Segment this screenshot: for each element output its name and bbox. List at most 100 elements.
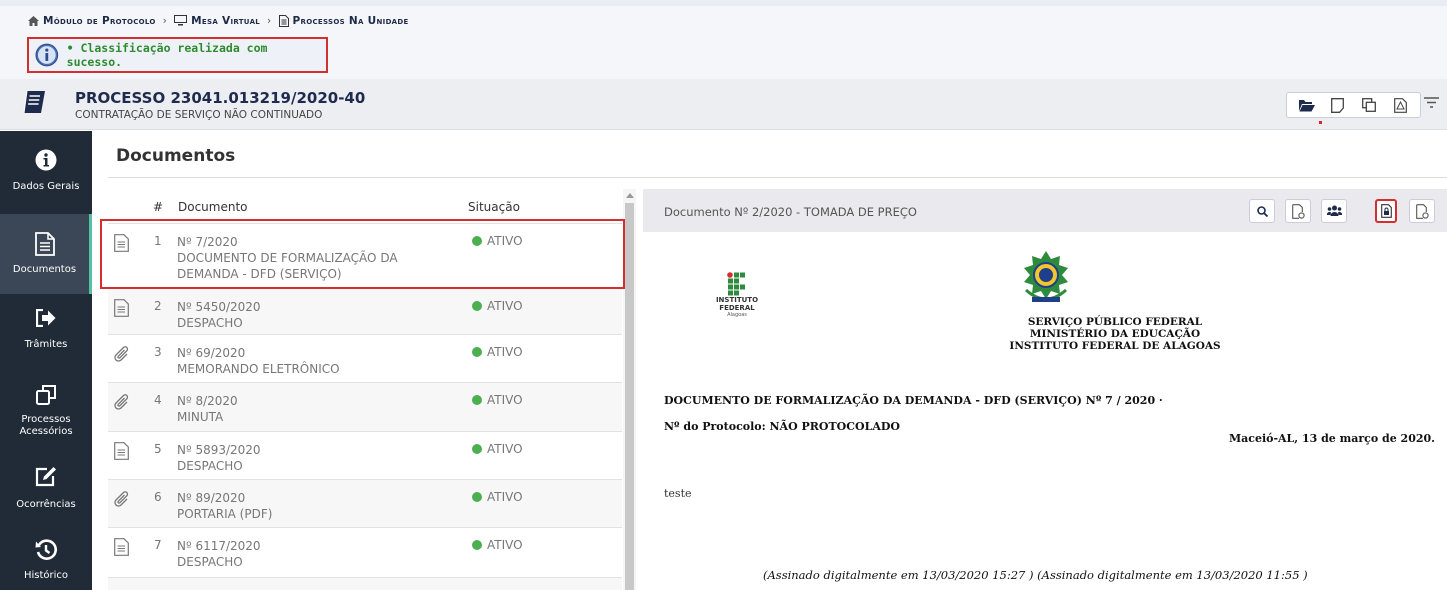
status-badge: ATIVO (472, 490, 523, 504)
status-badge: ATIVO (472, 442, 523, 456)
table-row[interactable]: 6 Nº 89/2020 PORTARIA (PDF) ATIVO (108, 479, 622, 527)
digital-signatures: (Assinado digitalmente em 13/03/2020 15:… (763, 568, 1308, 582)
app-window: Módulo de Protocolo › Mesa Virtual › Pro… (0, 0, 1447, 590)
protocol-number: Nº do Protocolo: NÃO PROTOCOLADO (664, 420, 900, 433)
status-badge: ATIVO (472, 234, 523, 248)
table-row[interactable]: 4 Nº 8/2020 MINUTA ATIVO (108, 382, 622, 431)
column-header-number[interactable]: # (153, 200, 163, 214)
search-icon (1256, 205, 1268, 217)
breadcrumb-item-mesa-virtual[interactable]: Mesa Virtual (174, 15, 260, 27)
table-row[interactable]: 7 Nº 6117/2020 DESPACHO ATIVO (108, 527, 622, 577)
documents-scrollbar[interactable] (623, 189, 636, 590)
documents-table-header: # Documento Situação (108, 189, 622, 223)
breadcrumb-item-protocolo[interactable]: Módulo de Protocolo (28, 15, 156, 27)
row-document: Nº 8/2020 MINUTA (177, 394, 238, 424)
copy-icon (1362, 98, 1377, 112)
table-row[interactable]: 2 Nº 5450/2020 DESPACHO ATIVO (108, 288, 622, 334)
divider (108, 177, 1447, 178)
message-area: • Classificação realizada com sucesso. (0, 35, 1447, 79)
sidebar-item-documentos[interactable]: Documentos (0, 214, 92, 294)
sidebar-label: Documentos (12, 264, 77, 275)
ifal-logo-icon (727, 272, 745, 296)
users-icon (1326, 205, 1342, 216)
active-indicator (1319, 121, 1322, 124)
file-text-icon (278, 14, 289, 27)
book-icon (23, 90, 45, 114)
breadcrumb-separator: › (267, 14, 272, 27)
row-index: 1 (154, 234, 162, 248)
folder-open-button[interactable] (1297, 95, 1317, 115)
row-document: Nº 6117/2020 DESPACHO (177, 539, 261, 569)
lock-button[interactable] (1375, 199, 1397, 223)
process-title: PROCESSO 23041.013219/2020-40 (75, 89, 366, 107)
sidebar-item-dados-gerais[interactable]: Dados Gerais (0, 131, 92, 211)
column-header-document[interactable]: Documento (178, 200, 248, 214)
process-header: PROCESSO 23041.013219/2020-40 CONTRATAÇÃ… (0, 79, 1447, 130)
paperclip-icon (114, 345, 130, 363)
row-index: 6 (154, 490, 162, 504)
paperclip-icon (114, 490, 130, 508)
sidebar-label: Dados Gerais (12, 181, 80, 192)
status-badge: ATIVO (472, 345, 523, 359)
pdf-button[interactable] (1390, 95, 1410, 115)
sign-out-icon (36, 309, 56, 327)
row-index: 4 (154, 393, 162, 407)
sidebar-label: Trâmites (24, 339, 68, 350)
file-add-button[interactable] (1409, 199, 1435, 223)
document-icon (34, 232, 55, 256)
clone-icon (35, 385, 56, 405)
document-icon (114, 442, 129, 460)
scroll-up-arrow[interactable] (626, 193, 634, 198)
success-message: • Classificação realizada com sucesso. (27, 37, 328, 73)
document-icon (114, 234, 129, 252)
row-index: 5 (154, 442, 162, 456)
folder-open-icon (1298, 99, 1315, 111)
row-index: 3 (154, 345, 162, 359)
row-document: Nº 7/2020 DOCUMENTO DE FORMALIZAÇÃO DA DEM… (177, 235, 398, 281)
file-button[interactable] (1328, 95, 1348, 115)
breadcrumb: Módulo de Protocolo › Mesa Virtual › Pro… (0, 0, 1447, 35)
preview-header: Documento Nº 2/2020 - TOMADA DE PREÇO (643, 189, 1447, 232)
status-badge: ATIVO (472, 538, 523, 552)
status-badge: ATIVO (472, 299, 523, 313)
document-title: DOCUMENTO DE FORMALIZAÇÃO DA DEMANDA - D… (664, 394, 1163, 407)
table-row[interactable]: 5 Nº 5893/2020 DESPACHO ATIVO (108, 431, 622, 479)
breadcrumb-item-processos[interactable]: Processos Na Unidade (278, 14, 409, 27)
document-date: Maceió-AL, 13 de março de 2020. (1228, 432, 1435, 445)
filter-icon[interactable] (1424, 97, 1439, 108)
document-icon (114, 538, 129, 556)
column-header-status[interactable]: Situação (468, 200, 520, 214)
file-icon (1331, 97, 1345, 113)
sidebar-item-tramites[interactable]: Trâmites (0, 291, 92, 371)
home-icon (28, 15, 39, 26)
breadcrumb-separator: › (162, 14, 168, 27)
row-index: 7 (154, 538, 162, 552)
lock-icon (1380, 204, 1392, 218)
sidebar-item-processos-acessorios[interactable]: Processos Acessórios (0, 366, 92, 446)
desktop-icon (174, 15, 188, 26)
message-text: • Classificação realizada com sucesso. (66, 41, 268, 69)
sidebar-label: Histórico (23, 570, 69, 581)
table-row[interactable] (108, 577, 622, 590)
table-row[interactable]: 1 Nº 7/2020 DOCUMENTO DE FORMALIZAÇÃO DA D… (108, 223, 622, 288)
sidebar-label: Processos Acessórios (19, 414, 73, 437)
documents-heading: Documentos (116, 146, 236, 166)
sidebar-item-historico[interactable]: Histórico (0, 521, 92, 590)
ifal-name-line2: FEDERAL (719, 304, 755, 312)
row-document: Nº 5893/2020 DESPACHO (177, 443, 261, 473)
sidebar-item-ocorrencias[interactable]: Ocorrências (0, 448, 92, 528)
coat-of-arms-icon (1024, 251, 1068, 302)
process-toolbar (1286, 92, 1421, 118)
sidebar-label: Ocorrências (16, 499, 76, 510)
document-body: teste (664, 487, 692, 500)
edit-icon (35, 467, 56, 487)
process-subtitle: CONTRATAÇÃO DE SERVIÇO NÃO CONTINUADO (75, 109, 323, 121)
paperclip-icon (114, 393, 130, 411)
users-button[interactable] (1321, 199, 1347, 223)
search-button[interactable] (1249, 199, 1275, 223)
scroll-thumb[interactable] (625, 203, 634, 590)
document-icon (114, 299, 129, 317)
copy-button[interactable] (1359, 95, 1379, 115)
file-settings-button[interactable] (1285, 199, 1311, 223)
table-row[interactable]: 3 Nº 69/2020 MEMORANDO ELETRÔNICO ATIVO (108, 334, 622, 382)
